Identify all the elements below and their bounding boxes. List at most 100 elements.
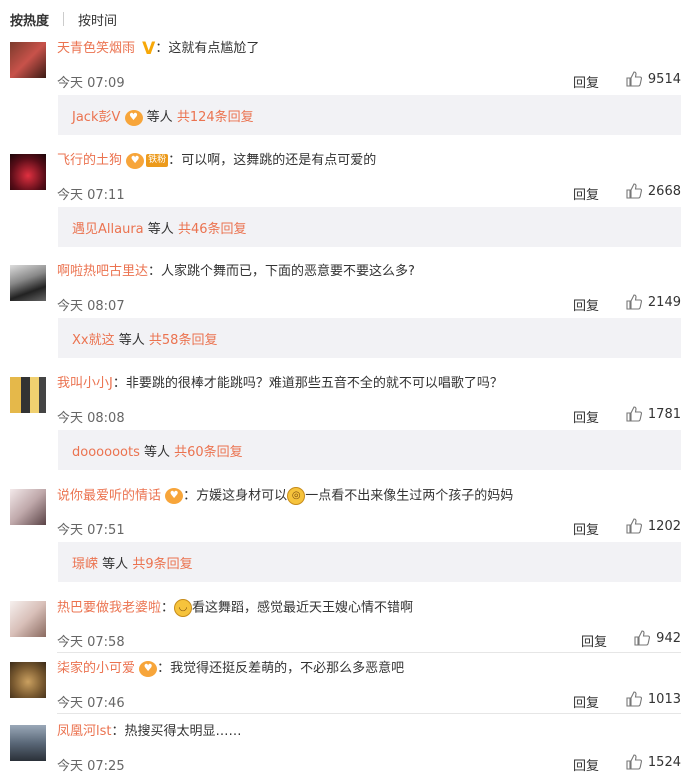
divider [57,713,681,714]
like-count: 1013 [647,692,681,707]
thumb-up-icon[interactable] [626,691,642,707]
reply-deng: 等人 [147,222,174,237]
comment-item: 说你最爱听的情话 ♥ ：方媛这身材可以 ◎ 一点看不出来像生过两个孩子的妈妈 今天 0… [0,481,691,591]
comment-item: 飞行的土狗 ♥ 铁粉 ：可以啊，这舞跳的还是有点可爱的 今天 07:11 回复 26… [0,146,691,256]
thumb-up-icon[interactable] [626,754,642,770]
reply-deng: 等人 [102,557,129,572]
colon: ： [183,488,197,504]
reply-button[interactable]: 回复 [573,692,599,711]
avatar[interactable] [10,725,46,761]
colon: ： [157,661,171,676]
reply-summary[interactable]: doooooots 等人 共60条回复 [58,430,681,470]
reply-count-link[interactable]: 共60条回复 [174,445,243,460]
avatar[interactable] [10,265,46,301]
comment-username[interactable]: 凤凰河lst [57,724,111,739]
reply-button[interactable]: 回复 [573,72,599,91]
verified-icon: V [142,38,156,59]
fan-badge: 铁粉 [146,154,169,167]
reply-summary[interactable]: 遇见Allaura 等人 共46条回复 [58,207,681,247]
colon: ： [148,264,162,279]
avatar[interactable] [10,601,46,637]
colon: ： [155,41,169,56]
heart-badge-icon: ♥ [124,109,143,126]
colon: ： [168,153,182,168]
comment-item: 天青色笑烟雨 V：这就有点尴尬了 今天 07:09 回复 9514 Jack彭V… [0,34,691,144]
reply-summary[interactable]: Jack彭V ♥ 等人 共124条回复 [58,95,681,135]
reply-username[interactable]: 璟嵘 [72,557,98,572]
comment-username[interactable]: 柒家的小可爱 [57,661,135,676]
comment-username[interactable]: 说你最爱听的情话 [57,489,161,504]
reply-button[interactable]: 回复 [573,519,599,538]
reply-count-link[interactable]: 共46条回复 [178,222,247,237]
emoji-glasses-icon: ◎ [287,487,306,505]
reply-button[interactable]: 回复 [573,755,599,774]
avatar[interactable] [10,377,46,413]
reply-button[interactable]: 回复 [573,407,599,426]
comment-time: 今天 07:09 [57,76,125,91]
reply-username[interactable]: Xx就这 [72,333,115,348]
thumb-up-icon[interactable] [634,630,650,646]
reply-button[interactable]: 回复 [573,295,599,314]
comment-username[interactable]: 啊啦热吧古里达 [57,264,148,279]
thumb-up-icon[interactable] [626,71,642,87]
reply-summary[interactable]: 璟嵘 等人 共9条回复 [58,542,681,582]
comment-text: 我觉得还挺反差萌的，不必那么多恶意吧 [170,661,405,676]
comment-text: 非要跳的很棒才能跳吗？难道那些五音不全的就不可以唱歌了吗？ [125,376,503,391]
like-count: 9514 [647,72,681,87]
comment-item: 啊啦热吧古里达：人家跳个舞而已，下面的恶意要不要这么多? 今天 08:07 回复… [0,257,691,367]
tab-sort-by-hot[interactable]: 按热度 [10,10,49,29]
like-count: 942 [656,631,681,646]
thumb-up-icon[interactable] [626,518,642,534]
comment-text: 这就有点尴尬了 [168,41,260,56]
avatar[interactable] [10,154,46,190]
heart-badge-icon: ♥ [126,152,145,169]
comment-username[interactable]: 飞行的土狗 [57,153,122,168]
reply-deng: 等人 [118,333,145,348]
colon: ： [161,600,175,616]
tab-sort-by-time[interactable]: 按时间 [78,10,117,29]
reply-username[interactable]: doooooots [72,445,140,460]
thumb-up-icon[interactable] [626,294,642,310]
comment-time: 今天 07:25 [57,759,125,774]
reply-deng: 等人 [143,445,170,460]
reply-button[interactable]: 回复 [573,184,599,203]
comment-text: 人家跳个舞而已，下面的恶意要不要这么多? [161,264,415,279]
avatar[interactable] [10,662,46,698]
thumb-up-icon[interactable] [626,183,642,199]
comment-time: 今天 08:07 [57,299,125,314]
comment-text: 热搜买得太明显…… [124,724,242,739]
reply-count-link[interactable]: 共124条回复 [177,110,254,125]
comment-text-continued: 一点看不出来像生过两个孩子的妈妈 [305,488,514,504]
tab-divider [63,12,64,26]
comment-username[interactable]: 我叫小小J [57,376,113,391]
like-count: 1202 [647,519,681,534]
comment-username[interactable]: 天青色笑烟雨 [57,41,135,56]
reply-summary[interactable]: Xx就这 等人 共58条回复 [58,318,681,358]
reply-username[interactable]: Jack彭V [72,110,120,125]
comment-text: 方媛这身材可以 [196,488,288,504]
comment-time: 今天 07:58 [57,635,125,650]
sort-tabs: 按热度 按时间 [0,0,691,34]
like-count: 1524 [647,755,681,770]
colon: ： [112,376,126,391]
comment-text: 看这舞蹈，感觉最近天王嫂心情不错啊 [192,600,414,616]
reply-button[interactable]: 回复 [581,631,607,650]
heart-badge-icon: ♥ [165,488,184,504]
comment-item: 柒家的小可爱 ♥ ：我觉得还挺反差萌的，不必那么多恶意吧 今天 07:46 回复 … [0,654,691,711]
avatar[interactable] [10,42,46,78]
comment-time: 今天 07:11 [57,188,125,203]
thumb-up-icon[interactable] [626,406,642,422]
comment-item: 热巴要做我老婆啦： ◡ 看这舞蹈，感觉最近天王嫂心情不错啊 今天 07:58 回复 … [0,593,691,650]
reply-count-link[interactable]: 共58条回复 [149,333,218,348]
reply-count-link[interactable]: 共9条回复 [132,557,192,572]
avatar[interactable] [10,489,46,525]
like-count: 1781 [647,407,681,422]
comment-text: 可以啊，这舞跳的还是有点可爱的 [181,153,377,168]
comment-time: 今天 07:51 [57,523,125,538]
reply-username[interactable]: 遇见Allaura [72,222,144,237]
divider [57,652,681,653]
colon: ： [111,724,125,739]
comment-username[interactable]: 热巴要做我老婆啦 [57,601,161,616]
comment-item: 我叫小小J：非要跳的很棒才能跳吗？难道那些五音不全的就不可以唱歌了吗？ 今天 0… [0,369,691,479]
comment-item: 凤凰河lst：热搜买得太明显…… 今天 07:25 回复 1524 [0,717,691,774]
